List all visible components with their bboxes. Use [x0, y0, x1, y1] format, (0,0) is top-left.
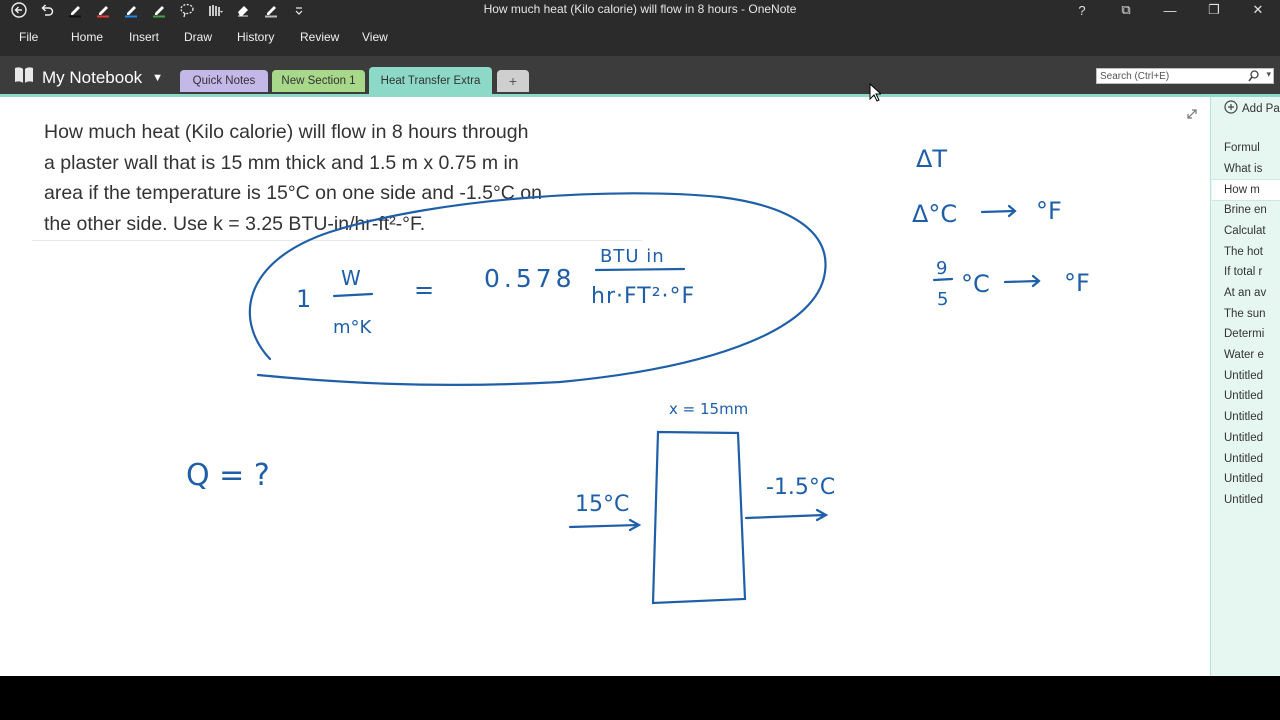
page-item[interactable]: Untitled — [1224, 386, 1280, 406]
full-page-view-button[interactable]: ⧉ — [1104, 0, 1148, 20]
chevron-down-icon: ▼ — [152, 71, 164, 84]
close-button[interactable]: ✕ — [1236, 0, 1280, 20]
ink-frac-den: 5 — [937, 289, 948, 310]
ink-conv-one: 1 — [296, 285, 311, 313]
ink-conv-mk: m°K — [333, 317, 373, 338]
page-item[interactable]: Untitled — [1224, 469, 1280, 489]
ink-delta-t: ΔT — [916, 145, 947, 173]
ink-q-label: Q = ? — [186, 458, 270, 493]
ink-t-right: -1.5°C — [766, 475, 835, 500]
ink-delta-c: Δ°C — [912, 200, 957, 228]
mouse-cursor-icon — [869, 82, 883, 107]
ribbon-tabs: File Home Insert Draw History Review Vie… — [0, 20, 1280, 56]
page-item[interactable]: Formul — [1224, 138, 1280, 158]
page-item[interactable]: Untitled — [1224, 428, 1280, 448]
ink-deg-f1: °F — [1036, 197, 1062, 225]
tab-file[interactable]: File — [19, 30, 38, 44]
page-item[interactable]: Brine en — [1224, 200, 1280, 220]
notebook-bar: My Notebook ▼ Quick Notes New Section 1 … — [0, 56, 1280, 94]
search-scope-dropdown-icon[interactable]: ▾ — [1266, 69, 1271, 80]
search-placeholder: Search (Ctrl+E) — [1100, 70, 1170, 82]
notebook-icon — [14, 66, 34, 89]
page-item[interactable]: Untitled — [1224, 407, 1280, 427]
fraction-bar — [332, 292, 374, 298]
page-item[interactable]: How m — [1212, 179, 1280, 202]
wall-rectangle — [651, 430, 747, 605]
page-item[interactable]: At an av — [1224, 283, 1280, 303]
ink-deg-c: °C — [961, 270, 990, 298]
add-page-label: Add Pa — [1242, 102, 1280, 115]
page-item[interactable]: Water e — [1224, 345, 1280, 365]
ink-frac-num: 9 — [936, 258, 947, 279]
arrow-right — [744, 508, 829, 522]
add-section-button[interactable]: + — [497, 70, 529, 92]
arrow-left — [568, 518, 642, 532]
add-icon — [1224, 100, 1238, 117]
ink-conv-eq: = — [414, 276, 434, 304]
tab-insert[interactable]: Insert — [129, 30, 159, 44]
page-item[interactable]: What is — [1224, 159, 1280, 179]
minimize-button[interactable]: — — [1148, 0, 1192, 20]
arrow-line — [980, 204, 1017, 218]
page-item[interactable]: Determi — [1224, 324, 1280, 344]
page-canvas[interactable]: How much heat (Kilo calorie) will flow i… — [0, 97, 1210, 676]
search-box[interactable]: Search (Ctrl+E) ▾ — [1096, 68, 1274, 84]
page-item[interactable]: Untitled — [1224, 490, 1280, 510]
title-bar: How much heat (Kilo calorie) will flow i… — [0, 0, 1280, 20]
page-item[interactable]: The sun — [1224, 304, 1280, 324]
tab-review[interactable]: Review — [300, 30, 339, 44]
arrow-line — [1003, 274, 1041, 288]
tab-history[interactable]: History — [237, 30, 274, 44]
ink-layer: 1 W m°K = 0.578 BTU in hr·FT²·°F ΔT Δ°C … — [186, 145, 1090, 605]
page-item[interactable]: The hot — [1224, 242, 1280, 262]
page-list: Add Pa Formul What is How m Brine en Calcula… — [1210, 97, 1280, 676]
notebook-name: My Notebook — [42, 67, 143, 87]
fraction-bar — [932, 277, 954, 282]
ink-conv-num: BTU in — [600, 246, 665, 267]
page-item[interactable]: Calculat — [1224, 221, 1280, 241]
section-tab-quick-notes[interactable]: Quick Notes — [180, 70, 268, 92]
restore-button[interactable]: ❐ — [1192, 0, 1236, 20]
page-item[interactable]: If total r — [1224, 262, 1280, 282]
section-tab-new-section-1[interactable]: New Section 1 — [272, 70, 365, 92]
ink-conv-den: hr·FT²·°F — [591, 284, 695, 309]
ink-conv-w: W — [341, 266, 361, 290]
fraction-bar — [594, 267, 686, 272]
ink-x-label: x = 15mm — [669, 400, 748, 418]
help-button[interactable]: ? — [1060, 0, 1104, 20]
ink-conv-value: 0.578 — [484, 264, 576, 293]
search-icon[interactable] — [1248, 70, 1259, 85]
section-tab-heat-transfer-extra[interactable]: Heat Transfer Extra — [369, 67, 492, 94]
page-item[interactable]: Untitled — [1224, 366, 1280, 386]
tab-view[interactable]: View — [362, 30, 388, 44]
ink-t-left: 15°C — [575, 492, 629, 517]
notebook-picker[interactable]: My Notebook ▼ — [14, 66, 163, 89]
ink-deg-f2: °F — [1064, 269, 1090, 297]
onenote-window: How much heat (Kilo calorie) will flow i… — [0, 0, 1280, 676]
tab-draw[interactable]: Draw — [184, 30, 212, 44]
page-item[interactable]: Untitled — [1224, 449, 1280, 469]
add-page-button[interactable]: Add Pa — [1224, 100, 1280, 117]
window-controls: ? ⧉ — ❐ ✕ — [1060, 0, 1280, 20]
tab-home[interactable]: Home — [71, 30, 103, 44]
